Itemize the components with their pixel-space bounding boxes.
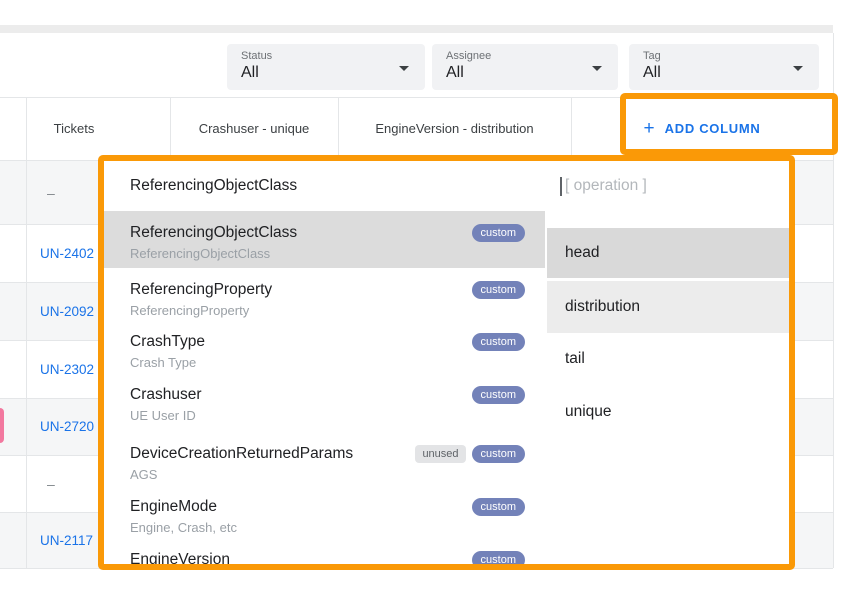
ticket-link[interactable]: UN-2720 [40, 419, 94, 434]
crash-dashboard-screen: Status All Assignee All Tag All Tickets … [0, 0, 860, 596]
filter-value: All [241, 64, 259, 82]
column-header-crashuser[interactable]: Crashuser - unique [170, 97, 338, 160]
column-header-tickets[interactable]: Tickets [26, 97, 122, 160]
ticket-link[interactable]: UN-2117 [40, 533, 93, 548]
column-header-engineversion[interactable]: EngineVersion - distribution [338, 97, 571, 160]
row-flag-indicator [0, 408, 4, 443]
ticket-link[interactable]: UN-2092 [40, 304, 94, 319]
ticket-link[interactable]: UN-2402 [40, 246, 94, 261]
chevron-down-icon [793, 66, 803, 71]
filter-value: All [643, 64, 661, 82]
filter-value: All [446, 64, 464, 82]
highlight-annotation-popup [98, 155, 795, 570]
highlight-annotation-add-column [620, 93, 838, 155]
filter-label: Status [241, 50, 272, 62]
filter-label: Tag [643, 50, 661, 62]
grid-line [26, 97, 27, 568]
chevron-down-icon [399, 66, 409, 71]
ticket-link[interactable]: UN-2302 [40, 362, 94, 377]
empty-value-dash: – [47, 185, 55, 201]
chevron-down-icon [592, 66, 602, 71]
empty-value-dash: – [47, 476, 55, 492]
filter-status-dropdown[interactable]: Status All [227, 44, 425, 90]
page-background-band [0, 25, 833, 33]
filter-tag-dropdown[interactable]: Tag All [629, 44, 819, 90]
filter-label: Assignee [446, 50, 491, 62]
filter-assignee-dropdown[interactable]: Assignee All [432, 44, 618, 90]
